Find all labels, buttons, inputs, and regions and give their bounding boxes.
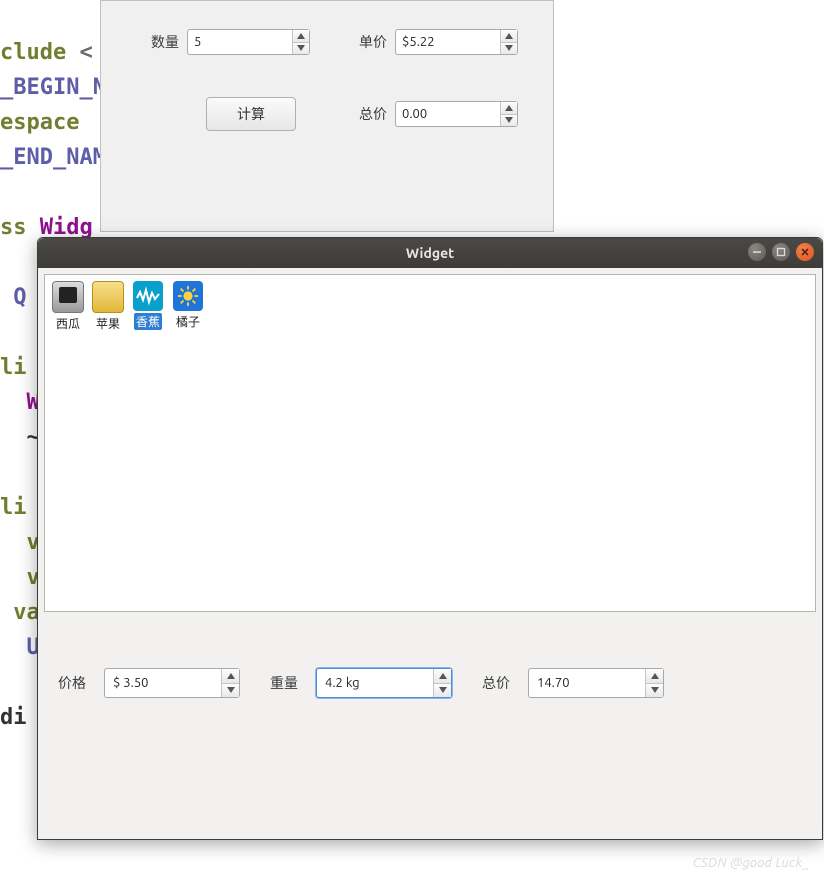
- unitprice-spinbox[interactable]: [395, 29, 518, 55]
- sun-icon: [173, 281, 203, 311]
- qty-spinbox[interactable]: [187, 29, 310, 55]
- total-spinbox[interactable]: [395, 101, 518, 127]
- total2-down-icon[interactable]: [646, 683, 663, 698]
- list-item-banana[interactable]: 香蕉: [131, 281, 165, 332]
- list-item-watermelon[interactable]: 西瓜: [51, 281, 85, 332]
- unitprice-down-icon[interactable]: [501, 42, 517, 55]
- qty-up-icon[interactable]: [293, 30, 309, 42]
- weight-label: 重量: [270, 673, 298, 693]
- weight-down-icon[interactable]: [434, 683, 451, 698]
- list-item-label: 橘子: [174, 313, 202, 330]
- window-title: Widget: [406, 245, 454, 261]
- weight-spinbox[interactable]: [316, 668, 452, 698]
- wave-icon: [133, 281, 163, 311]
- minimize-button[interactable]: [748, 243, 766, 261]
- maximize-button[interactable]: [772, 243, 790, 261]
- price-down-icon[interactable]: [222, 683, 239, 698]
- list-item-apple[interactable]: 苹果: [91, 281, 125, 332]
- price-label: 价格: [58, 673, 86, 693]
- fruit-listview[interactable]: 西瓜 苹果 香蕉 橘子: [44, 274, 816, 612]
- price-up-icon[interactable]: [222, 669, 239, 683]
- total-down-icon[interactable]: [501, 114, 517, 127]
- price-input[interactable]: [105, 669, 221, 697]
- notepad-icon: [92, 281, 124, 313]
- qty-input[interactable]: [188, 30, 292, 54]
- list-item-orange[interactable]: 橘子: [171, 281, 205, 332]
- list-item-label: 西瓜: [54, 315, 82, 332]
- unitprice-input[interactable]: [396, 30, 500, 54]
- unitprice-label: 单价: [359, 32, 387, 52]
- total2-input[interactable]: [529, 669, 645, 697]
- calc-button[interactable]: 计算: [206, 97, 296, 131]
- widget-window: Widget 西瓜 苹果 香蕉: [37, 237, 823, 840]
- total2-up-icon[interactable]: [646, 669, 663, 683]
- weight-up-icon[interactable]: [434, 669, 451, 683]
- qty-down-icon[interactable]: [293, 42, 309, 55]
- list-item-label: 香蕉: [134, 313, 162, 330]
- qty-label: 数量: [151, 32, 179, 52]
- total2-label: 总价: [482, 673, 510, 693]
- weight-input[interactable]: [317, 669, 433, 697]
- unitprice-up-icon[interactable]: [501, 30, 517, 42]
- watermark: CSDN @good Luck_: [693, 856, 810, 870]
- total2-spinbox[interactable]: [528, 668, 664, 698]
- total-input[interactable]: [396, 102, 500, 126]
- list-item-label: 苹果: [94, 315, 122, 332]
- total-up-icon[interactable]: [501, 102, 517, 114]
- phone-icon: [52, 281, 84, 313]
- close-button[interactable]: [796, 243, 814, 261]
- total-label: 总价: [359, 104, 387, 124]
- price-spinbox[interactable]: [104, 668, 240, 698]
- calc-dialog: 数量 单价 计算 总价: [100, 0, 554, 232]
- titlebar[interactable]: Widget: [38, 238, 822, 268]
